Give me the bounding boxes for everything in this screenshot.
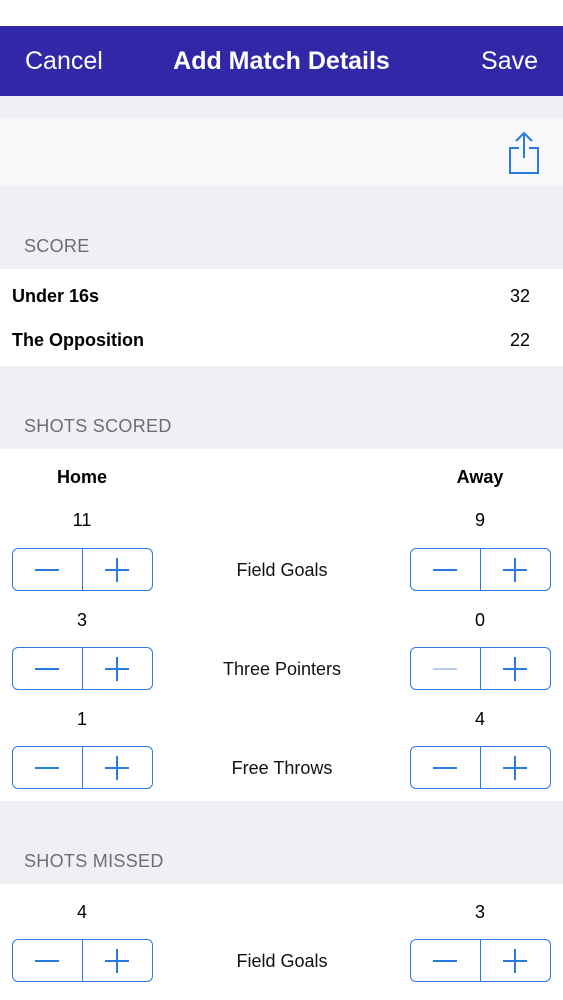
- decrement-button[interactable]: [411, 549, 481, 590]
- away-three-pointers-stepper: [410, 647, 551, 690]
- score-header-label: SCORE: [24, 236, 90, 256]
- home-three-pointers-count: 3: [76, 610, 87, 630]
- three-pointers-label: Three Pointers: [222, 659, 342, 679]
- home-field-goals-count: 11: [72, 510, 92, 530]
- shots-scored-list: Home Away 11 9 Field Goals 3 0 Three Poi…: [0, 449, 563, 801]
- away-three-pointers-count: 0: [474, 610, 485, 630]
- shots-missed-list: 4 3 Field Goals: [0, 884, 563, 1000]
- increment-button[interactable]: [83, 940, 153, 981]
- increment-button[interactable]: [481, 940, 551, 981]
- decrement-button[interactable]: [411, 940, 481, 981]
- navigation-bar: Cancel Add Match Details Save: [0, 26, 563, 96]
- shots-missed-section-header: SHOTS MISSED: [0, 801, 563, 884]
- increment-button[interactable]: [83, 549, 153, 590]
- score-section-header: SCORE: [0, 186, 563, 269]
- save-button[interactable]: Save: [481, 47, 538, 76]
- away-free-throws-stepper: [410, 746, 551, 789]
- home-missed-field-goals-stepper: [12, 939, 153, 982]
- decrement-button[interactable]: [13, 549, 83, 590]
- increment-button[interactable]: [481, 549, 551, 590]
- away-column-header: Away: [456, 467, 504, 487]
- decrement-button-disabled[interactable]: [411, 648, 481, 689]
- away-missed-field-goals-count: 3: [474, 902, 485, 922]
- home-field-goals-stepper: [12, 548, 153, 591]
- away-field-goals-stepper: [410, 548, 551, 591]
- home-free-throws-count: 1: [76, 709, 87, 729]
- shots-scored-section-header: SHOTS SCORED: [0, 366, 563, 449]
- field-goals-label: Field Goals: [236, 560, 328, 580]
- decrement-button[interactable]: [411, 747, 481, 788]
- spacer: [0, 96, 563, 118]
- shots-missed-header-label: SHOTS MISSED: [24, 851, 164, 871]
- shots-scored-header-label: SHOTS SCORED: [24, 416, 172, 436]
- share-icon[interactable]: [507, 130, 541, 176]
- free-throws-label: Free Throws: [231, 758, 333, 778]
- decrement-button[interactable]: [13, 648, 83, 689]
- home-missed-field-goals-count: 4: [76, 902, 87, 922]
- home-column-header: Home: [56, 467, 107, 487]
- page-title: Add Match Details: [173, 47, 390, 75]
- decrement-button[interactable]: [13, 940, 83, 981]
- home-team-score: 32: [509, 286, 530, 306]
- increment-button[interactable]: [83, 648, 153, 689]
- increment-button[interactable]: [83, 747, 153, 788]
- status-bar: [0, 0, 563, 26]
- increment-button[interactable]: [481, 747, 551, 788]
- increment-button[interactable]: [481, 648, 551, 689]
- score-row-away: The Opposition 22: [12, 330, 530, 354]
- home-free-throws-stepper: [12, 746, 153, 789]
- away-missed-field-goals-stepper: [410, 939, 551, 982]
- away-team-score: 22: [509, 330, 530, 350]
- away-field-goals-count: 9: [474, 510, 485, 530]
- share-row: [0, 118, 563, 186]
- decrement-button[interactable]: [13, 747, 83, 788]
- away-free-throws-count: 4: [474, 709, 485, 729]
- score-list: Under 16s 32 The Opposition 22: [0, 269, 563, 366]
- away-team-name: The Opposition: [12, 330, 144, 350]
- missed-field-goals-label: Field Goals: [236, 951, 328, 971]
- home-team-name: Under 16s: [12, 286, 100, 306]
- home-three-pointers-stepper: [12, 647, 153, 690]
- score-row-home: Under 16s 32: [12, 286, 530, 310]
